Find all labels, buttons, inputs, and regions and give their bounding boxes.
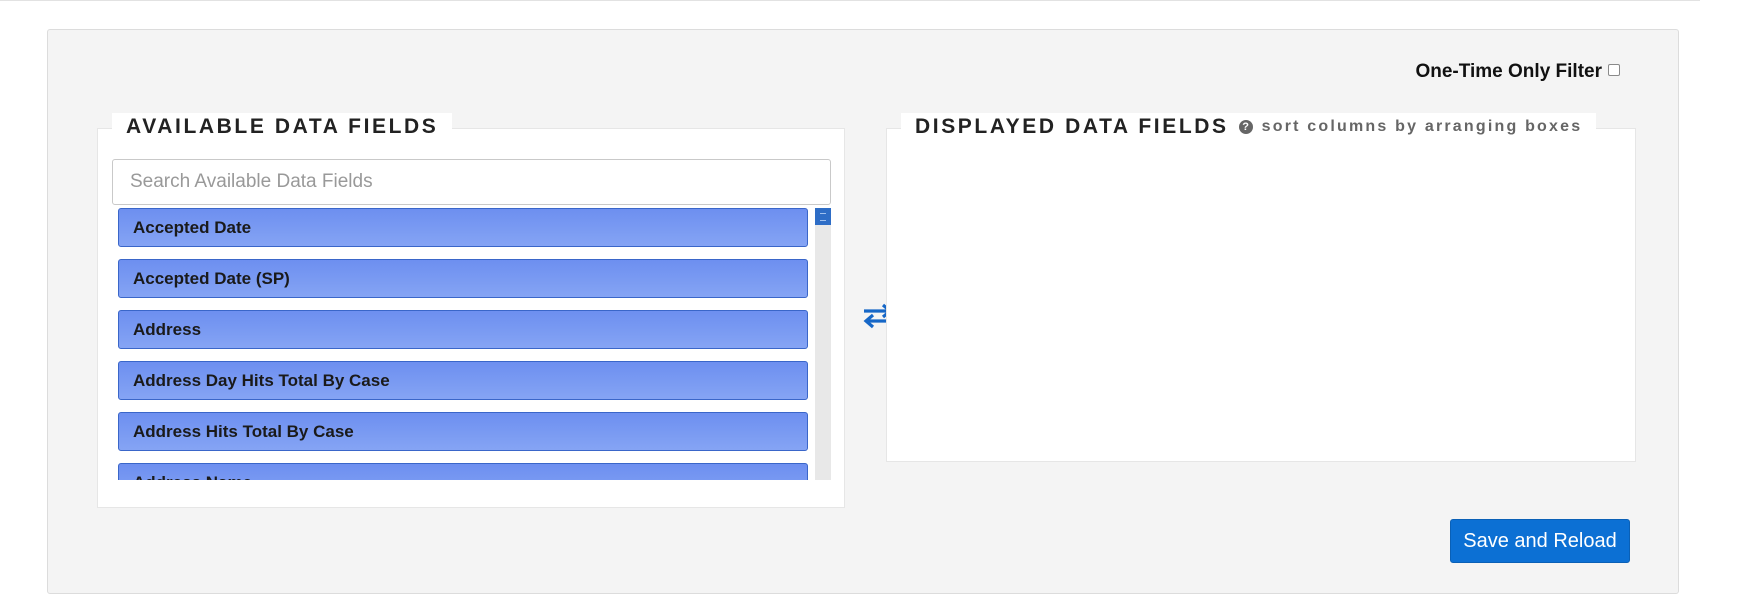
list-scrollbar-thumb[interactable] bbox=[815, 208, 831, 225]
displayed-fields-title: DISPLAYED DATA FIELDS bbox=[915, 115, 1229, 138]
top-divider bbox=[0, 0, 1700, 1]
displayed-fields-box[interactable]: DISPLAYED DATA FIELDS ? sort columns by … bbox=[886, 113, 1636, 462]
available-fields-search-input[interactable] bbox=[112, 159, 831, 205]
list-scrollbar[interactable] bbox=[815, 208, 831, 480]
available-field-label: Address Hits Total By Case bbox=[133, 421, 354, 441]
available-field-label: Address Day Hits Total By Case bbox=[133, 370, 390, 390]
one-time-filter: One-Time Only Filter bbox=[1415, 61, 1620, 83]
columns-config-panel: One-Time Only Filter AVAILABLE DATA FIEL… bbox=[47, 29, 1679, 594]
question-circle-icon[interactable]: ? bbox=[1238, 120, 1253, 134]
save-and-reload-button[interactable]: Save and Reload bbox=[1450, 519, 1630, 563]
available-fields-list: Accepted Date Accepted Date (SP) Address Ad… bbox=[118, 208, 831, 480]
sort-hint: ? sort columns by arranging boxes bbox=[1238, 118, 1583, 136]
one-time-filter-label: One-Time Only Filter bbox=[1415, 61, 1602, 82]
available-fields-title: AVAILABLE DATA FIELDS bbox=[126, 115, 439, 138]
available-field-item[interactable]: Address Hits Total By Case bbox=[118, 412, 808, 451]
available-field-item[interactable]: Address Name bbox=[118, 463, 808, 480]
displayed-fields-legend: DISPLAYED DATA FIELDS ? sort columns by … bbox=[901, 113, 1597, 141]
available-field-item[interactable]: Address bbox=[118, 310, 808, 349]
available-field-label: Address bbox=[133, 319, 202, 339]
available-field-label: Address Name bbox=[133, 473, 252, 481]
sort-hint-text: sort columns by arranging boxes bbox=[1261, 118, 1583, 135]
one-time-filter-checkbox[interactable] bbox=[1608, 64, 1620, 76]
available-field-label: Accepted Date (SP) bbox=[133, 268, 290, 288]
available-field-item[interactable]: Accepted Date bbox=[118, 208, 808, 247]
available-field-item[interactable]: Address Day Hits Total By Case bbox=[118, 361, 808, 400]
available-fields-legend: AVAILABLE DATA FIELDS bbox=[112, 113, 453, 141]
available-fields-box: AVAILABLE DATA FIELDS Accepted DateAccep… bbox=[97, 113, 845, 508]
available-field-label: Accepted Date bbox=[133, 217, 252, 237]
available-field-item[interactable]: Accepted Date (SP) bbox=[118, 259, 808, 298]
field-list-items: Accepted Date Accepted Date (SP) Address Ad… bbox=[118, 208, 808, 480]
